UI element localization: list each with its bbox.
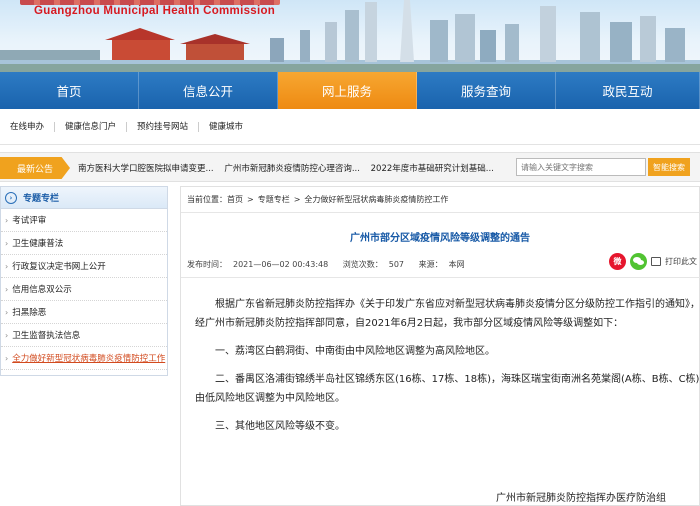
main-navigation: 首页 信息公开 网上服务 服务查询 政民互动 xyxy=(0,72,700,109)
chevron-right-icon: › xyxy=(5,238,9,248)
article-paragraph: 根据广东省新冠肺炎防控指挥办《关于印发广东省应对新型冠状病毒肺炎疫情分区分级防控… xyxy=(195,299,700,329)
topic-sidebar: › 专题专栏 › 考试评审 › 卫生健康普法 › 行政复议决定书网上公开 › 信用信息双公示 ›… xyxy=(0,186,168,376)
sidebar-item-label: 信用信息双公示 xyxy=(12,285,72,295)
search-input[interactable] xyxy=(516,158,646,176)
wechat-share-icon[interactable] xyxy=(630,253,647,270)
chevron-right-icon: › xyxy=(5,307,9,317)
header-banner: Guangzhou Municipal Health Commission xyxy=(0,0,700,72)
article-meta: 发布时间： 2021—06—02 00:43:48 浏览次数： 507 来源： 本网 xyxy=(187,259,477,270)
article-paragraph: 二、番禺区洛浦街锦绣半岛社区锦绣东区(16栋、17栋、18栋)，海珠区瑞宝街南洲… xyxy=(195,374,700,404)
article-body: 根据广东省新冠肺炎防控指挥办《关于印发广东省应对新型冠状病毒肺炎疫情分区分级防控… xyxy=(195,295,700,445)
subnav-health-portal[interactable]: 健康信息门户 xyxy=(65,121,128,132)
chevron-right-icon: › xyxy=(5,353,9,363)
article-signature: 广州市新冠肺炎防控指挥办医疗防治组 xyxy=(496,493,666,504)
sidebar-item[interactable]: › 卫生监督执法信息 xyxy=(1,324,167,347)
breadcrumb-prefix: 当前位置： xyxy=(187,195,227,204)
city-skyline-image xyxy=(0,0,700,72)
breadcrumb-home[interactable]: 首页 xyxy=(227,194,243,205)
breadcrumb: 当前位置： 首页 > 专题专栏 > 全力做好新型冠状病毒肺炎疫情防控工作 xyxy=(181,187,699,213)
breadcrumb-separator: > xyxy=(247,195,254,204)
sidebar-title: 专题专栏 xyxy=(23,194,60,204)
article-paragraph: 一、荔湾区白鹤洞街、中南街由中风险地区调整为高风险地区。 xyxy=(215,346,495,357)
notice-item[interactable]: 2022年度市基础研究计划基础... xyxy=(371,164,494,174)
chevron-right-icon: › xyxy=(5,284,9,294)
sidebar-item[interactable]: › 全力做好新型冠状病毒肺炎疫情防控工作 xyxy=(1,347,167,370)
publish-label: 发布时间： xyxy=(187,260,227,269)
sidebar-item[interactable]: › 考试评审 xyxy=(1,209,167,232)
article-paragraph: 三、其他地区风险等级不变。 xyxy=(215,421,345,432)
main-nav-item[interactable]: 政民互动 xyxy=(556,72,700,109)
sidebar-item-label: 考试评审 xyxy=(12,216,47,226)
weibo-share-icon[interactable]: 微 xyxy=(609,253,626,270)
article-panel: 当前位置： 首页 > 专题专栏 > 全力做好新型冠状病毒肺炎疫情防控工作 广州市… xyxy=(180,186,700,506)
source-value: 本网 xyxy=(448,260,465,269)
main-nav-item[interactable]: 首页 xyxy=(0,72,139,109)
source-label: 来源： xyxy=(418,260,443,269)
meta-divider xyxy=(181,277,700,278)
printer-icon[interactable] xyxy=(651,257,661,266)
main-nav-item[interactable]: 网上服务 xyxy=(278,72,417,109)
breadcrumb-separator: > xyxy=(293,195,301,204)
chevron-right-icon: › xyxy=(5,261,9,271)
sidebar-item-label: 全力做好新型冠状病毒肺炎疫情防控工作 xyxy=(12,354,166,364)
notice-item[interactable]: 南方医科大学口腔医院拟申请变更... xyxy=(78,164,214,174)
notice-ticker: 南方医科大学口腔医院拟申请变更... 广州市新冠肺炎疫情防控心理咨询... 20… xyxy=(78,162,508,174)
sidebar-item[interactable]: › 扫黑除恶 xyxy=(1,301,167,324)
print-link[interactable]: 打印此文 xyxy=(665,256,697,267)
breadcrumb-current[interactable]: 全力做好新型冠状病毒肺炎疫情防控工作 xyxy=(304,194,448,205)
publish-time: 2021—06—02 00:43:48 xyxy=(233,260,329,269)
views-count: 507 xyxy=(388,260,405,269)
notice-item[interactable]: 广州市新冠肺炎疫情防控心理咨询... xyxy=(224,164,360,174)
chevron-right-icon: › xyxy=(5,330,9,340)
breadcrumb-topics[interactable]: 专题专栏 xyxy=(258,194,290,205)
sub-navigation: 在线申办 健康信息门户 预约挂号网站 健康城市 xyxy=(0,109,700,145)
chevron-right-icon: › xyxy=(5,215,9,225)
article-title: 广州市部分区域疫情风险等级调整的通告 xyxy=(350,233,530,244)
subnav-healthy-city[interactable]: 健康城市 xyxy=(209,122,253,132)
share-tools: 微 打印此文 xyxy=(609,253,697,270)
sidebar-item-label: 行政复议决定书网上公开 xyxy=(12,262,106,272)
sidebar-item[interactable]: › 卫生健康普法 xyxy=(1,232,167,255)
sidebar-header: › 专题专栏 xyxy=(1,187,167,209)
notice-label: 最新公告 xyxy=(0,157,70,179)
sidebar-item[interactable]: › 行政复议决定书网上公开 xyxy=(1,255,167,278)
subnav-online-apply[interactable]: 在线申办 xyxy=(10,121,56,132)
sidebar-item-label: 卫生健康普法 xyxy=(12,239,64,249)
main-nav-item[interactable]: 信息公开 xyxy=(139,72,278,109)
views-label: 浏览次数： xyxy=(342,260,383,269)
sidebar-item-label: 卫生监督执法信息 xyxy=(12,331,81,341)
main-nav-item[interactable]: 服务查询 xyxy=(417,72,556,109)
chevron-circle-icon: › xyxy=(5,191,17,204)
subnav-registration-site[interactable]: 预约挂号网站 xyxy=(137,121,200,132)
sidebar-item-label: 扫黑除恶 xyxy=(12,308,47,318)
smart-search-button[interactable]: 智能搜索 xyxy=(648,158,690,176)
sidebar-item[interactable]: › 信用信息双公示 xyxy=(1,278,167,301)
